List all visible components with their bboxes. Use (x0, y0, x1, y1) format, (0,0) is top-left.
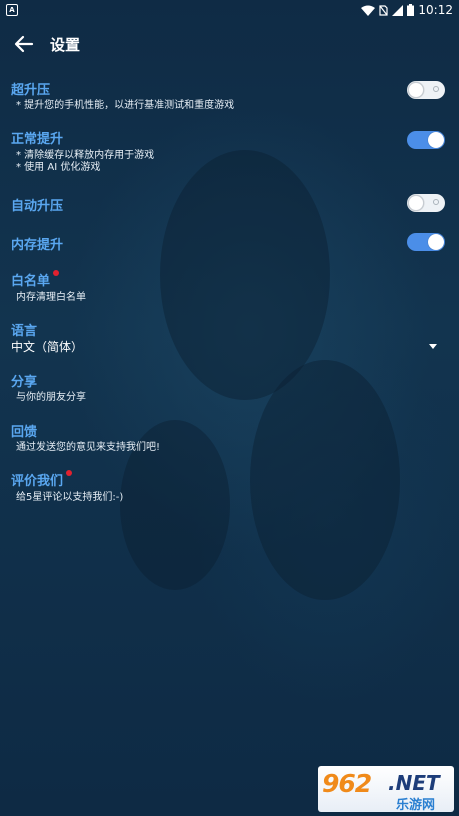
toolbar: 设置 (0, 24, 459, 64)
normal-boost-toggle[interactable] (407, 131, 445, 149)
toggle-off-indicator (433, 199, 439, 205)
memory-boost-title: 内存提升 (11, 238, 64, 253)
watermark-numbers: 962 (322, 769, 372, 798)
memory-boost-toggle[interactable] (407, 233, 445, 251)
super-boost-desc: * 提升您的手机性能，以进行基准测试和重度游戏 (16, 100, 235, 111)
normal-boost-title: 正常提升 (11, 132, 64, 147)
language-select[interactable]: 中文（简体） (11, 337, 437, 355)
language-selected-value: 中文（简体） (11, 339, 84, 354)
watermark-net: .NET (388, 771, 440, 795)
whitelist-desc: 内存清理白名单 (16, 292, 86, 303)
feedback-title: 回馈 (11, 425, 38, 440)
app-notification-icon: A (6, 4, 18, 16)
auto-boost-toggle[interactable] (407, 194, 445, 212)
sim-off-icon (379, 4, 389, 16)
rate-us-desc: 给5星评论以支持我们:-) (16, 492, 124, 503)
rate-us-title: 评价我们 (11, 474, 64, 489)
wifi-icon (361, 5, 376, 16)
share-item[interactable]: 分享 (11, 371, 37, 390)
new-badge-dot (53, 270, 60, 276)
whitelist-item[interactable]: 白名单 (11, 270, 60, 289)
normal-boost-desc-line2: * 使用 AI 优化游戏 (16, 162, 101, 173)
signal-icon (392, 4, 404, 16)
toggle-knob (408, 195, 424, 211)
toggle-off-indicator (433, 86, 439, 92)
feedback-item[interactable]: 回馈 (11, 421, 37, 440)
auto-boost-title: 自动升压 (11, 199, 64, 214)
toggle-knob (428, 234, 444, 250)
new-badge-dot (66, 470, 73, 476)
status-time: 10:12 (418, 3, 453, 17)
arrow-left-icon[interactable] (12, 32, 36, 56)
status-bar: A 10:12 (0, 0, 459, 20)
super-boost-title: 超升压 (11, 83, 51, 98)
site-watermark-logo: 962 .NET 乐游网 (318, 766, 454, 812)
toggle-knob (428, 132, 444, 148)
watermark-text: 乐游网 (396, 798, 436, 812)
super-boost-toggle[interactable] (407, 81, 445, 99)
page-title: 设置 (50, 35, 81, 54)
background-image (0, 0, 459, 816)
feedback-desc: 通过发送您的意见来支持我们吧! (16, 442, 161, 453)
whitelist-title: 白名单 (11, 274, 51, 289)
dropdown-arrow-icon (429, 343, 437, 349)
share-desc: 与你的朋友分享 (16, 392, 86, 403)
normal-boost-desc-line1: * 清除缓存以释放内存用于游戏 (16, 150, 155, 161)
rate-us-item[interactable]: 评价我们 (11, 470, 73, 489)
toggle-knob (408, 82, 424, 98)
battery-icon (407, 4, 415, 16)
share-title: 分享 (11, 375, 38, 390)
